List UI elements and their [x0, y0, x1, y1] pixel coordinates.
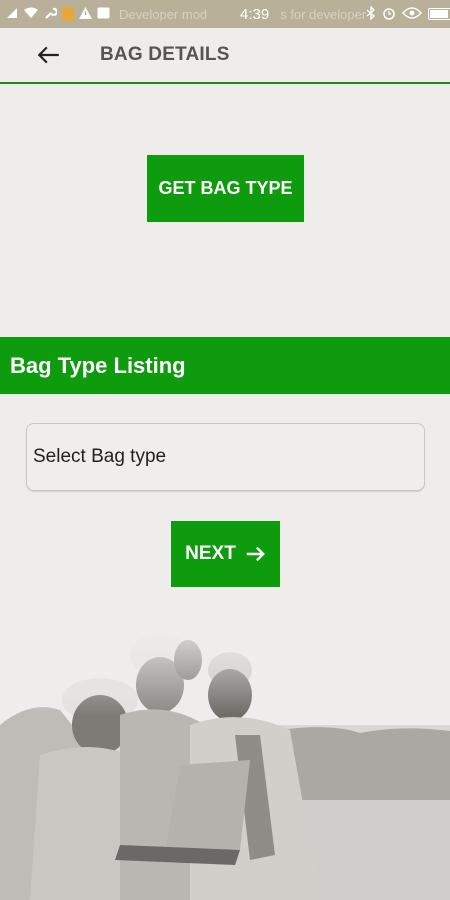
bag-type-select-value: Select Bag type: [33, 446, 167, 467]
get-bag-type-button[interactable]: GET BAG TYPE: [147, 155, 304, 222]
battery-icon: [428, 8, 450, 20]
background-farmers-photo: [0, 615, 450, 900]
status-ticker-left: Developer mod: [119, 6, 208, 22]
notification-box-icon: [62, 7, 74, 21]
status-time: 4:39: [240, 5, 270, 23]
next-button-label: NEXT: [185, 543, 236, 564]
arrow-right-icon: [246, 546, 265, 562]
eye-icon: [402, 7, 423, 21]
image-icon: [97, 7, 110, 21]
status-bar: Developer mod 4:39 s for developers: [0, 0, 450, 28]
bluetooth-icon: [366, 5, 376, 22]
section-header: Bag Type Listing: [0, 337, 450, 394]
next-button[interactable]: NEXT: [171, 521, 280, 587]
wrench-icon: [44, 7, 58, 22]
wifi-icon: [23, 7, 39, 21]
status-ticker-right: s for developers: [280, 6, 367, 22]
alarm-icon: [382, 6, 396, 22]
page-title: BAG DETAILS: [100, 44, 230, 65]
signal-icon: [6, 7, 18, 21]
arrow-left-icon: [37, 46, 59, 64]
bag-type-select[interactable]: Select Bag type: [26, 423, 425, 491]
app-bar: BAG DETAILS: [0, 28, 450, 84]
section-title: Bag Type Listing: [10, 352, 186, 378]
warning-icon: [79, 7, 92, 21]
back-button[interactable]: [0, 27, 100, 83]
